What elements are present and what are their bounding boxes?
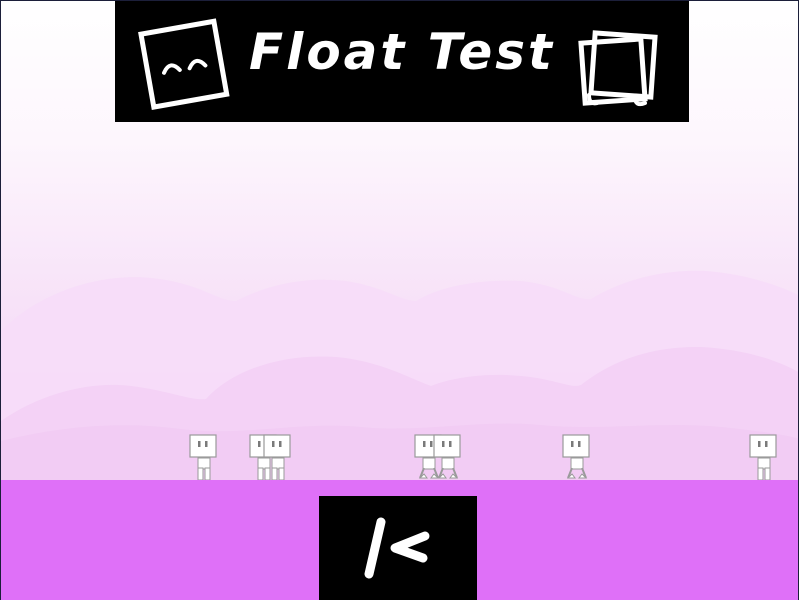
title-banner: Float Test bbox=[115, 1, 689, 122]
robot-1 bbox=[189, 434, 217, 481]
robot-5 bbox=[433, 434, 461, 479]
robot-3 bbox=[263, 434, 291, 481]
resume-button[interactable] bbox=[319, 496, 477, 600]
game-scene: Float Test bbox=[0, 0, 799, 600]
stacked-pages-icon bbox=[578, 30, 658, 107]
resume-icon bbox=[364, 517, 430, 579]
robot-6 bbox=[562, 434, 590, 479]
robot-7 bbox=[749, 434, 777, 481]
